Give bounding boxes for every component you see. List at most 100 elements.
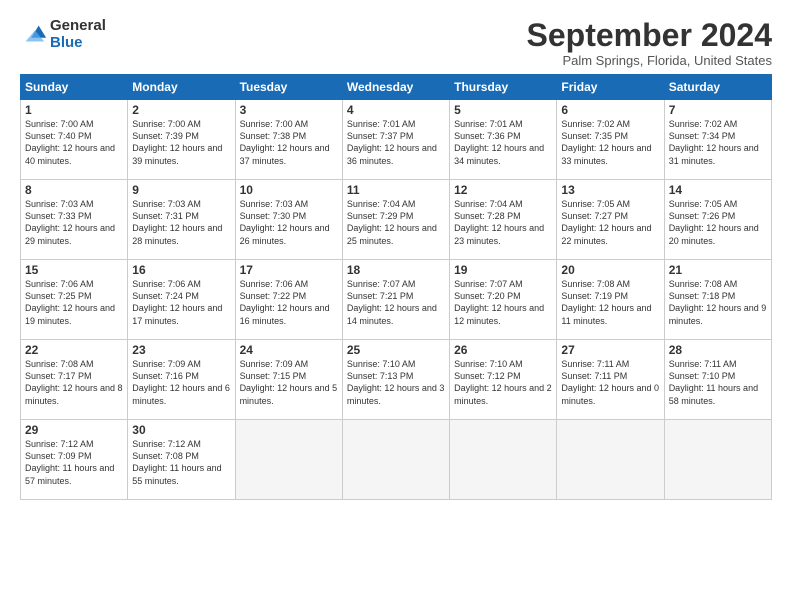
calendar-cell: 6Sunrise: 7:02 AMSunset: 7:35 PMDaylight…	[557, 100, 664, 180]
cell-info: Sunrise: 7:04 AMSunset: 7:29 PMDaylight:…	[347, 198, 445, 247]
col-header-saturday: Saturday	[664, 75, 771, 100]
cell-info: Sunrise: 7:01 AMSunset: 7:37 PMDaylight:…	[347, 118, 445, 167]
calendar-cell: 28Sunrise: 7:11 AMSunset: 7:10 PMDayligh…	[664, 340, 771, 420]
calendar-cell: 10Sunrise: 7:03 AMSunset: 7:30 PMDayligh…	[235, 180, 342, 260]
day-number: 26	[454, 343, 552, 357]
calendar-cell: 20Sunrise: 7:08 AMSunset: 7:19 PMDayligh…	[557, 260, 664, 340]
day-number: 24	[240, 343, 338, 357]
calendar-cell: 24Sunrise: 7:09 AMSunset: 7:15 PMDayligh…	[235, 340, 342, 420]
calendar-cell: 23Sunrise: 7:09 AMSunset: 7:16 PMDayligh…	[128, 340, 235, 420]
cell-info: Sunrise: 7:10 AMSunset: 7:12 PMDaylight:…	[454, 358, 552, 407]
day-number: 3	[240, 103, 338, 117]
day-number: 13	[561, 183, 659, 197]
calendar-cell: 8Sunrise: 7:03 AMSunset: 7:33 PMDaylight…	[21, 180, 128, 260]
day-number: 28	[669, 343, 767, 357]
cell-info: Sunrise: 7:06 AMSunset: 7:24 PMDaylight:…	[132, 278, 230, 327]
day-number: 18	[347, 263, 445, 277]
title-block: September 2024 Palm Springs, Florida, Un…	[527, 18, 772, 68]
calendar-cell: 9Sunrise: 7:03 AMSunset: 7:31 PMDaylight…	[128, 180, 235, 260]
calendar-week-4: 29Sunrise: 7:12 AMSunset: 7:09 PMDayligh…	[21, 420, 772, 500]
calendar-cell: 12Sunrise: 7:04 AMSunset: 7:28 PMDayligh…	[450, 180, 557, 260]
day-number: 21	[669, 263, 767, 277]
cell-info: Sunrise: 7:01 AMSunset: 7:36 PMDaylight:…	[454, 118, 552, 167]
calendar-cell: 7Sunrise: 7:02 AMSunset: 7:34 PMDaylight…	[664, 100, 771, 180]
day-number: 12	[454, 183, 552, 197]
calendar-table: SundayMondayTuesdayWednesdayThursdayFrid…	[20, 74, 772, 500]
cell-info: Sunrise: 7:08 AMSunset: 7:17 PMDaylight:…	[25, 358, 123, 407]
day-number: 27	[561, 343, 659, 357]
calendar-cell: 5Sunrise: 7:01 AMSunset: 7:36 PMDaylight…	[450, 100, 557, 180]
calendar-cell	[557, 420, 664, 500]
logo-line2: Blue	[50, 35, 106, 52]
day-number: 7	[669, 103, 767, 117]
col-header-thursday: Thursday	[450, 75, 557, 100]
cell-info: Sunrise: 7:03 AMSunset: 7:33 PMDaylight:…	[25, 198, 123, 247]
day-number: 5	[454, 103, 552, 117]
calendar-cell	[664, 420, 771, 500]
calendar-cell: 3Sunrise: 7:00 AMSunset: 7:38 PMDaylight…	[235, 100, 342, 180]
day-number: 6	[561, 103, 659, 117]
calendar-cell: 14Sunrise: 7:05 AMSunset: 7:26 PMDayligh…	[664, 180, 771, 260]
calendar-cell	[450, 420, 557, 500]
calendar-week-3: 22Sunrise: 7:08 AMSunset: 7:17 PMDayligh…	[21, 340, 772, 420]
calendar-cell	[342, 420, 449, 500]
cell-info: Sunrise: 7:07 AMSunset: 7:20 PMDaylight:…	[454, 278, 552, 327]
day-number: 19	[454, 263, 552, 277]
logo-line1: General	[50, 17, 106, 34]
calendar-cell: 30Sunrise: 7:12 AMSunset: 7:08 PMDayligh…	[128, 420, 235, 500]
day-number: 8	[25, 183, 123, 197]
col-header-wednesday: Wednesday	[342, 75, 449, 100]
day-number: 2	[132, 103, 230, 117]
location: Palm Springs, Florida, United States	[527, 53, 772, 68]
calendar-cell: 2Sunrise: 7:00 AMSunset: 7:39 PMDaylight…	[128, 100, 235, 180]
cell-info: Sunrise: 7:00 AMSunset: 7:38 PMDaylight:…	[240, 118, 338, 167]
cell-info: Sunrise: 7:12 AMSunset: 7:09 PMDaylight:…	[25, 438, 123, 487]
calendar-cell: 17Sunrise: 7:06 AMSunset: 7:22 PMDayligh…	[235, 260, 342, 340]
calendar-cell: 16Sunrise: 7:06 AMSunset: 7:24 PMDayligh…	[128, 260, 235, 340]
calendar-cell: 25Sunrise: 7:10 AMSunset: 7:13 PMDayligh…	[342, 340, 449, 420]
col-header-friday: Friday	[557, 75, 664, 100]
calendar-cell: 29Sunrise: 7:12 AMSunset: 7:09 PMDayligh…	[21, 420, 128, 500]
logo: General Blue	[20, 18, 106, 51]
cell-info: Sunrise: 7:03 AMSunset: 7:31 PMDaylight:…	[132, 198, 230, 247]
calendar-cell: 4Sunrise: 7:01 AMSunset: 7:37 PMDaylight…	[342, 100, 449, 180]
day-number: 1	[25, 103, 123, 117]
cell-info: Sunrise: 7:05 AMSunset: 7:27 PMDaylight:…	[561, 198, 659, 247]
page: General Blue September 2024 Palm Springs…	[0, 0, 792, 510]
day-number: 9	[132, 183, 230, 197]
calendar-cell: 1Sunrise: 7:00 AMSunset: 7:40 PMDaylight…	[21, 100, 128, 180]
calendar-cell: 26Sunrise: 7:10 AMSunset: 7:12 PMDayligh…	[450, 340, 557, 420]
header: General Blue September 2024 Palm Springs…	[20, 18, 772, 68]
day-number: 10	[240, 183, 338, 197]
calendar-cell: 27Sunrise: 7:11 AMSunset: 7:11 PMDayligh…	[557, 340, 664, 420]
cell-info: Sunrise: 7:12 AMSunset: 7:08 PMDaylight:…	[132, 438, 230, 487]
calendar-cell: 18Sunrise: 7:07 AMSunset: 7:21 PMDayligh…	[342, 260, 449, 340]
cell-info: Sunrise: 7:08 AMSunset: 7:19 PMDaylight:…	[561, 278, 659, 327]
day-number: 29	[25, 423, 123, 437]
calendar-cell: 21Sunrise: 7:08 AMSunset: 7:18 PMDayligh…	[664, 260, 771, 340]
col-header-sunday: Sunday	[21, 75, 128, 100]
day-number: 30	[132, 423, 230, 437]
col-header-tuesday: Tuesday	[235, 75, 342, 100]
calendar-cell: 11Sunrise: 7:04 AMSunset: 7:29 PMDayligh…	[342, 180, 449, 260]
cell-info: Sunrise: 7:06 AMSunset: 7:25 PMDaylight:…	[25, 278, 123, 327]
calendar-week-2: 15Sunrise: 7:06 AMSunset: 7:25 PMDayligh…	[21, 260, 772, 340]
cell-info: Sunrise: 7:00 AMSunset: 7:39 PMDaylight:…	[132, 118, 230, 167]
logo-text: General Blue	[50, 18, 106, 51]
cell-info: Sunrise: 7:04 AMSunset: 7:28 PMDaylight:…	[454, 198, 552, 247]
header-row: SundayMondayTuesdayWednesdayThursdayFrid…	[21, 75, 772, 100]
col-header-monday: Monday	[128, 75, 235, 100]
cell-info: Sunrise: 7:10 AMSunset: 7:13 PMDaylight:…	[347, 358, 445, 407]
calendar-cell: 13Sunrise: 7:05 AMSunset: 7:27 PMDayligh…	[557, 180, 664, 260]
cell-info: Sunrise: 7:02 AMSunset: 7:34 PMDaylight:…	[669, 118, 767, 167]
day-number: 14	[669, 183, 767, 197]
day-number: 20	[561, 263, 659, 277]
day-number: 11	[347, 183, 445, 197]
day-number: 25	[347, 343, 445, 357]
cell-info: Sunrise: 7:05 AMSunset: 7:26 PMDaylight:…	[669, 198, 767, 247]
logo-icon	[20, 21, 48, 49]
day-number: 15	[25, 263, 123, 277]
cell-info: Sunrise: 7:02 AMSunset: 7:35 PMDaylight:…	[561, 118, 659, 167]
cell-info: Sunrise: 7:11 AMSunset: 7:11 PMDaylight:…	[561, 358, 659, 407]
cell-info: Sunrise: 7:08 AMSunset: 7:18 PMDaylight:…	[669, 278, 767, 327]
